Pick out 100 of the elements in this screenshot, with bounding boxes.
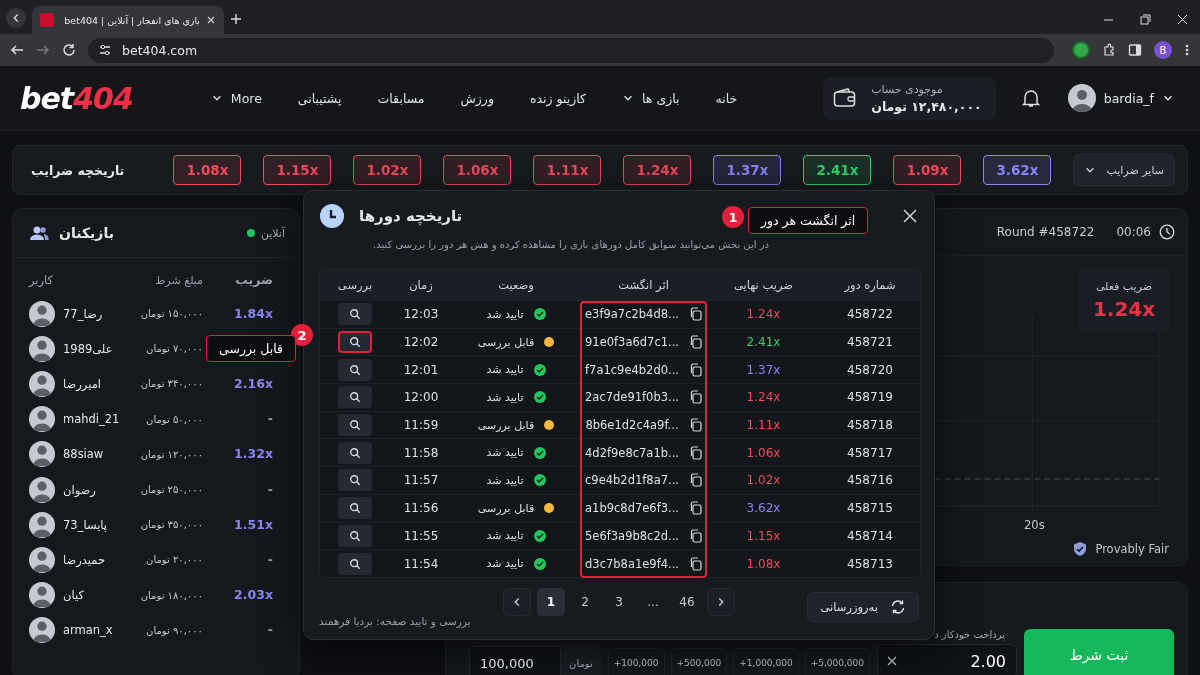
hash-text: f7a1c9e4b2d0...	[585, 362, 679, 377]
multiplier-chip[interactable]: 1.09x	[893, 155, 962, 185]
multiplier-chip[interactable]: 1.11x	[533, 155, 602, 185]
final-multiplier: 1.24x	[746, 390, 781, 405]
annotation-callout: قابل بررسی	[206, 335, 296, 362]
final-multiplier: 1.06x	[746, 445, 781, 460]
side-panel-icon[interactable]	[1128, 43, 1142, 57]
forward-icon[interactable]	[36, 43, 50, 57]
more-multipliers-dropdown[interactable]: سایر ضرایب	[1073, 154, 1175, 186]
nav-link[interactable]: ورزش	[460, 90, 494, 106]
copy-icon[interactable]	[689, 501, 702, 516]
balance-amount: ۱۲,۴۸۰,۰۰۰ تومان	[871, 98, 982, 114]
round-number: 458717	[847, 445, 893, 460]
multiplier-chip[interactable]: 1.06x	[443, 155, 512, 185]
search-icon	[349, 419, 361, 432]
close-icon[interactable]	[1177, 14, 1188, 25]
quick-add-button[interactable]: +100,000	[607, 648, 665, 675]
tab-search-button[interactable]	[6, 8, 26, 28]
logo[interactable]: bet404	[20, 80, 133, 116]
player-multiplier: 1.32x	[234, 446, 273, 463]
clear-icon[interactable]	[887, 656, 897, 666]
multiplier-chip[interactable]: 2.41x	[803, 155, 872, 185]
balance-label: موجودی حساب	[871, 82, 943, 96]
nav-link[interactable]: مسابقات	[377, 90, 425, 106]
bet-amount-field[interactable]: 100,000	[469, 646, 562, 675]
copy-icon[interactable]	[689, 473, 702, 488]
hash-text: 91e0f3a6d7c1...	[585, 335, 679, 350]
review-button[interactable]	[338, 469, 372, 492]
round-number: Round #458722	[996, 225, 1095, 239]
quick-add-button[interactable]: +500,000	[670, 648, 728, 675]
review-button[interactable]	[338, 552, 372, 575]
nav-link[interactable]: کازینو زنده	[529, 90, 587, 106]
copy-icon[interactable]	[689, 528, 702, 543]
multiplier-chip[interactable]: 1.02x	[353, 155, 422, 185]
balance-card[interactable]: موجودی حساب ۱۲,۴۸۰,۰۰۰ تومان	[823, 76, 996, 120]
currency-label: تومان	[561, 646, 601, 675]
review-button[interactable]	[338, 441, 372, 464]
reload-icon[interactable]	[62, 43, 76, 57]
user-menu[interactable]: bardia_f	[1061, 83, 1180, 113]
auto-cashout-field[interactable]: 2.00	[877, 644, 1017, 675]
nav-link[interactable]: خانه	[715, 90, 738, 106]
round-number: 458715	[847, 501, 893, 516]
page-button[interactable]: 3	[605, 587, 633, 616]
site-settings-icon[interactable]	[98, 43, 112, 57]
avatar-icon	[29, 441, 55, 468]
extension-icon[interactable]	[1072, 41, 1090, 59]
review-button[interactable]	[338, 414, 372, 437]
multiplier-chip[interactable]: 3.62x	[983, 155, 1052, 185]
profile-button[interactable]: B	[1154, 41, 1172, 59]
copy-icon[interactable]	[689, 390, 702, 405]
nav-link[interactable]: More	[210, 90, 262, 106]
multiplier-chip[interactable]: 1.08x	[173, 155, 242, 185]
copy-icon[interactable]	[689, 307, 702, 322]
page-button[interactable]: 2	[571, 587, 599, 616]
menu-icon[interactable]	[1184, 43, 1190, 57]
browser-tab[interactable]: بازی های انفجار | آنلاین | bet404	[32, 6, 224, 34]
round-number: 458722	[847, 307, 893, 322]
round-number: 458721	[847, 335, 893, 350]
back-icon[interactable]	[10, 43, 24, 57]
multiplier-chip[interactable]: 1.24x	[623, 155, 692, 185]
review-button[interactable]	[338, 386, 372, 409]
status-text: تایید شد	[486, 557, 524, 571]
address-bar[interactable]: bet404.com	[88, 37, 1054, 63]
nav-link[interactable]: بازی ها	[622, 90, 680, 106]
nav-link[interactable]: پشتیبانی	[297, 90, 342, 106]
review-button[interactable]	[338, 331, 372, 354]
auto-cashout-label: پرداخت خودکار د	[934, 629, 1006, 640]
copy-icon[interactable]	[688, 418, 702, 433]
copy-icon[interactable]	[689, 335, 702, 350]
player-multiplier: 2.03x	[234, 587, 273, 604]
review-button[interactable]	[338, 497, 372, 520]
page-button[interactable]: 46	[673, 587, 701, 616]
new-tab-icon[interactable]	[230, 13, 242, 25]
status-text: تایید شد	[486, 446, 524, 460]
copy-icon[interactable]	[689, 445, 702, 460]
quick-add-button[interactable]: +5,000,000	[804, 648, 870, 675]
close-icon[interactable]	[206, 15, 216, 25]
quick-add-button[interactable]: +1,000,000	[733, 648, 799, 675]
clock-icon	[319, 203, 345, 229]
review-button[interactable]	[338, 524, 372, 547]
review-button[interactable]	[338, 303, 372, 326]
copy-icon[interactable]	[689, 556, 702, 571]
status-text: تایید شد	[486, 307, 524, 321]
final-multiplier: 1.11x	[746, 418, 781, 433]
hash-text: c9e4b2d1f8a7...	[585, 473, 679, 488]
close-button[interactable]	[901, 207, 919, 225]
multiplier-chip[interactable]: 1.37x	[713, 155, 782, 185]
player-name: 88siaw	[63, 447, 104, 462]
provably-fair-label[interactable]: Provably Fair	[1095, 542, 1169, 556]
refresh-button[interactable]: به‌روزرسانی	[807, 592, 919, 623]
page-button[interactable]: ...	[639, 587, 667, 616]
player-multiplier: -	[267, 622, 273, 639]
bell-icon[interactable]	[1021, 88, 1040, 108]
page-button[interactable]: 1	[537, 587, 565, 616]
round-time: 11:59	[403, 418, 439, 433]
restore-icon[interactable]	[1140, 14, 1151, 25]
review-button[interactable]	[338, 358, 372, 381]
multiplier-chip[interactable]: 1.15x	[263, 155, 332, 185]
copy-icon[interactable]	[689, 362, 702, 377]
puzzle-icon[interactable]	[1102, 43, 1116, 57]
